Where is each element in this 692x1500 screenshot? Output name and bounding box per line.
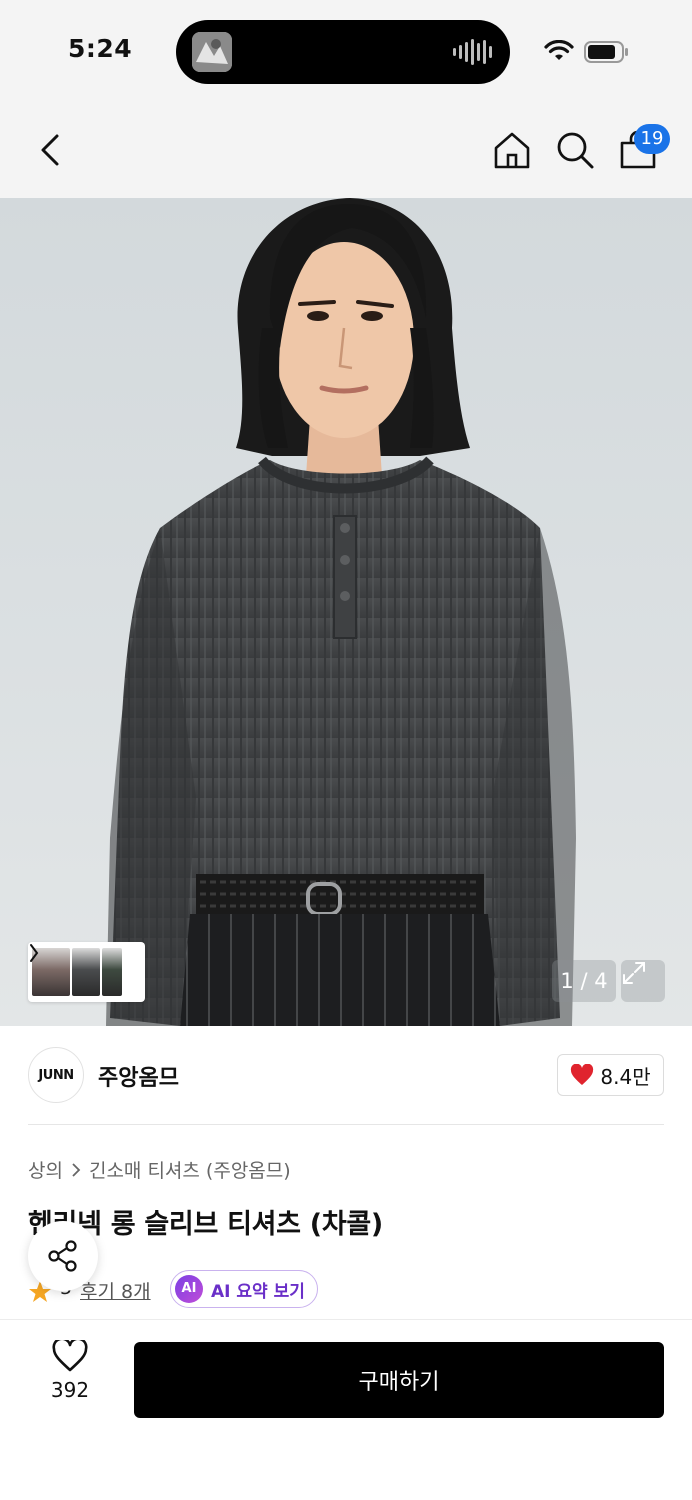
- breadcrumb: 상의 긴소매 티셔츠 (주앙옴므): [28, 1156, 291, 1183]
- search-icon: [557, 132, 594, 169]
- audio-waveform-icon: [453, 38, 492, 66]
- gallery-thumbnail-strip[interactable]: [28, 942, 145, 1002]
- home-icon: [494, 132, 530, 169]
- wifi-icon: [544, 40, 574, 60]
- product-photo: [106, 198, 576, 1026]
- brand-like-button[interactable]: 8.4만: [557, 1054, 664, 1096]
- breadcrumb-category[interactable]: 상의: [28, 1156, 63, 1183]
- status-bar: 5:24: [0, 0, 692, 100]
- battery-icon: [584, 41, 628, 63]
- wishlist-button[interactable]: 392: [30, 1340, 110, 1420]
- brand-name[interactable]: 주앙옴므: [98, 1060, 179, 1092]
- share-icon: [48, 1240, 77, 1272]
- search-button[interactable]: [551, 124, 599, 176]
- chevron-right-icon: [30, 944, 39, 962]
- wishlist-count: 392: [50, 1378, 90, 1402]
- heart-filled-icon: [571, 1064, 594, 1085]
- status-time: 5:24: [68, 34, 133, 63]
- chevron-left-icon: [41, 134, 59, 166]
- heart-outline-icon: [52, 1340, 88, 1372]
- gallery-thumbnail[interactable]: [72, 948, 100, 996]
- review-link[interactable]: 후기 8개: [80, 1277, 151, 1304]
- top-navigation-bar: [0, 100, 692, 198]
- expand-icon: [623, 962, 645, 984]
- bottom-bar-divider: [0, 1319, 692, 1320]
- brand-like-count: 8.4만: [600, 1064, 651, 1089]
- home-button[interactable]: [488, 124, 536, 176]
- back-button[interactable]: [26, 124, 74, 176]
- gallery-page-indicator: 1 / 4: [552, 960, 616, 1002]
- ai-summary-label: AI 요약 보기: [211, 1281, 305, 1302]
- gallery-thumbnail[interactable]: [102, 948, 122, 996]
- share-button[interactable]: [28, 1221, 98, 1291]
- chevron-right-icon: [72, 1162, 81, 1177]
- product-image-gallery[interactable]: 1 / 4: [0, 198, 692, 1026]
- buy-button[interactable]: 구매하기: [134, 1342, 664, 1418]
- expand-button[interactable]: [621, 960, 665, 1002]
- ai-badge-icon: AI: [175, 1275, 203, 1303]
- dynamic-island[interactable]: [176, 20, 510, 84]
- breadcrumb-subcategory[interactable]: 긴소매 티셔츠 (주앙옴므): [89, 1156, 291, 1183]
- brand-logo[interactable]: JUNN: [28, 1047, 84, 1103]
- ai-summary-button[interactable]: AI AI 요약 보기: [170, 1270, 318, 1308]
- cart-count-badge: 19: [634, 124, 670, 154]
- now-playing-artwork: [192, 32, 232, 72]
- divider: [28, 1124, 664, 1125]
